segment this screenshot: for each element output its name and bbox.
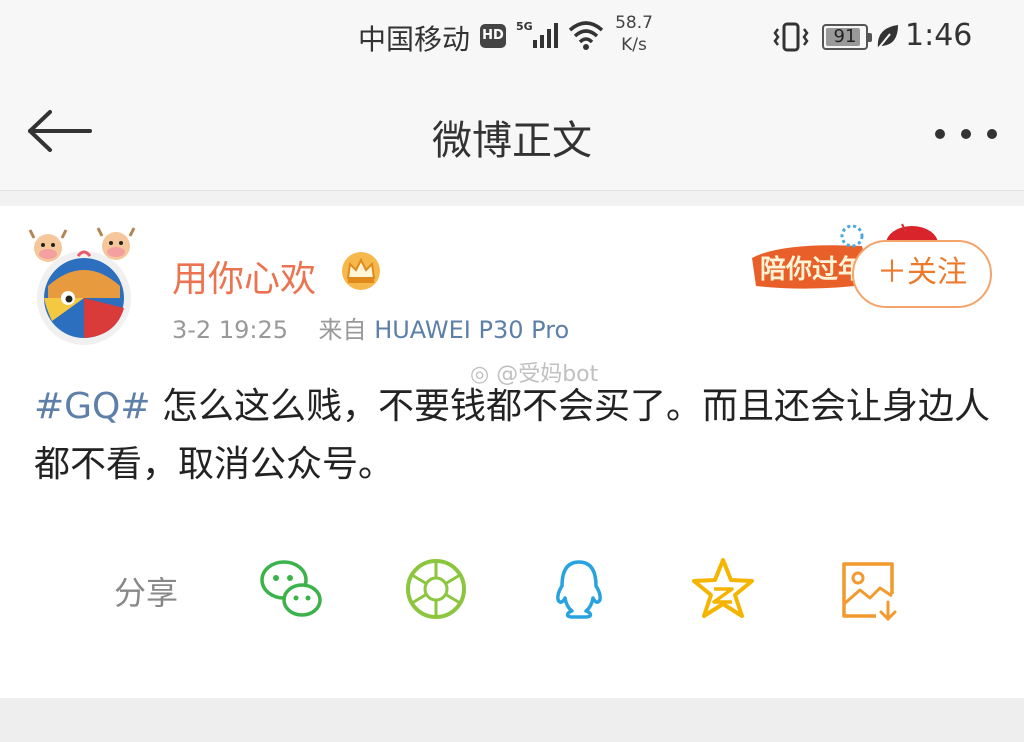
share-label: 分享	[114, 574, 179, 612]
wechat-icon[interactable]	[258, 556, 324, 622]
nav-bar: 微博正文	[0, 78, 1024, 191]
qq-icon[interactable]	[546, 556, 612, 622]
source-prefix: 来自	[318, 316, 367, 344]
speed-value: 58.7	[615, 13, 653, 33]
battery-percent: 91	[833, 26, 857, 47]
username[interactable]: 用你心欢	[172, 250, 316, 302]
vibrate-icon	[773, 22, 809, 52]
clock: 1:46	[905, 18, 973, 53]
carrier-name: 中国移动	[358, 23, 471, 56]
hashtag-link[interactable]: #GQ#	[34, 386, 151, 427]
bottom-divider	[0, 698, 1024, 742]
avatar[interactable]	[28, 226, 143, 348]
speed-unit: K/s	[621, 35, 647, 55]
post-timestamp: 3-2 19:25	[172, 316, 288, 344]
post-meta: 3-2 19:25 来自 HUAWEI P30 Pro	[172, 310, 569, 345]
post-card: 用你心欢 3-2 19:25 来自 HUAWEI P30 Pro 陪你过年 ＋关…	[0, 206, 1024, 698]
save-image-icon[interactable]	[836, 556, 902, 622]
leaf-icon	[876, 25, 898, 51]
post-text: #GQ# 怎么这么贱，不要钱都不会买了。而且还会让身边人都不看，取消公众号。	[34, 378, 994, 494]
post-source[interactable]: HUAWEI P30 Pro	[374, 316, 569, 344]
post-body: 怎么这么贱，不要钱都不会买了。而且还会让身边人都不看，取消公众号。	[34, 386, 991, 485]
network-speed: 58.7 K/s	[612, 12, 656, 56]
wifi-icon	[568, 21, 604, 50]
status-bar: 中国移动 HD 5G 58.7 K/s 91 1:46	[0, 0, 1024, 78]
follow-button[interactable]: ＋关注	[852, 240, 992, 308]
banner-text: 陪你过年	[760, 254, 864, 285]
qzone-icon[interactable]	[690, 556, 756, 622]
vip-crown-icon[interactable]	[340, 250, 382, 292]
page-title: 微博正文	[432, 118, 592, 164]
hd-badge: HD	[480, 24, 506, 48]
battery-icon: 91	[822, 24, 872, 50]
signal-icon	[533, 23, 558, 48]
moments-icon[interactable]	[403, 556, 469, 622]
more-icon[interactable]	[930, 122, 1002, 146]
